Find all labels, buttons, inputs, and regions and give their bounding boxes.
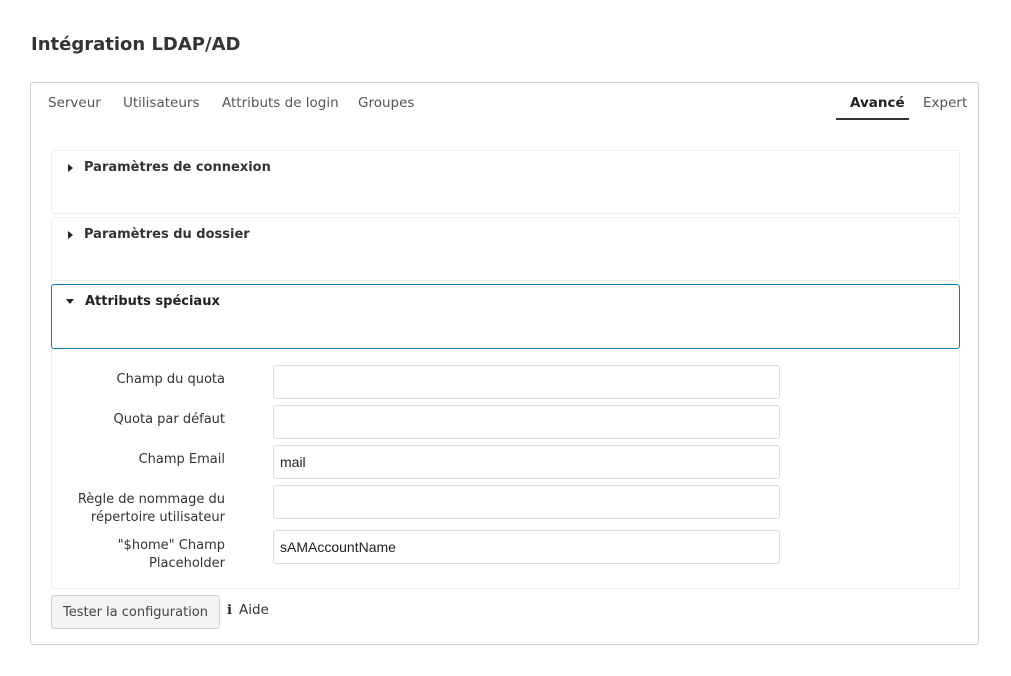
tab-advanced[interactable]: Avancé bbox=[850, 95, 905, 111]
quota-field-label: Champ du quota bbox=[116, 372, 225, 387]
help-link[interactable]: i Aide bbox=[227, 602, 269, 618]
tab-server[interactable]: Serveur bbox=[48, 95, 101, 111]
email-field-label: Champ Email bbox=[138, 452, 225, 467]
tab-expert[interactable]: Expert bbox=[923, 95, 967, 111]
section-title: Paramètres de connexion bbox=[84, 160, 271, 175]
info-icon: i bbox=[227, 602, 232, 618]
help-label: Aide bbox=[238, 602, 269, 618]
special-attributes-fields: Champ du quota Quota par défaut Champ Em… bbox=[51, 349, 960, 589]
home-placeholder-input[interactable] bbox=[273, 530, 780, 564]
home-placeholder-label: "$home" Champ Placeholder bbox=[45, 537, 225, 573]
home-folder-naming-rule-input[interactable] bbox=[273, 485, 780, 519]
email-field-input[interactable] bbox=[273, 445, 780, 479]
ldap-settings-panel: Serveur Utilisateurs Attributs de login … bbox=[30, 82, 979, 645]
tab-groups[interactable]: Groupes bbox=[358, 95, 414, 111]
default-quota-label: Quota par défaut bbox=[113, 412, 225, 427]
label-line: répertoire utilisateur bbox=[90, 510, 225, 525]
section-title: Attributs spéciaux bbox=[85, 294, 220, 309]
caret-right-icon bbox=[68, 230, 73, 239]
label-line: Règle de nommage du bbox=[77, 492, 225, 507]
section-special-attributes-toggle[interactable]: Attributs spéciaux bbox=[66, 294, 220, 309]
quota-field-input[interactable] bbox=[273, 365, 780, 399]
section-connection-settings-toggle[interactable]: Paramètres de connexion bbox=[66, 160, 271, 175]
label-line: "$home" Champ bbox=[117, 538, 225, 553]
tab-users[interactable]: Utilisateurs bbox=[123, 95, 199, 111]
active-tab-indicator bbox=[836, 118, 909, 120]
test-configuration-button[interactable]: Tester la configuration bbox=[51, 595, 220, 629]
label-line: Placeholder bbox=[149, 556, 225, 571]
caret-right-icon bbox=[68, 163, 73, 172]
caret-down-icon bbox=[66, 299, 74, 304]
tab-login-attributes[interactable]: Attributs de login bbox=[222, 95, 339, 111]
home-folder-naming-rule-label: Règle de nommage du répertoire utilisate… bbox=[45, 491, 225, 527]
page-title: Intégration LDAP/AD bbox=[31, 34, 241, 55]
section-directory-settings: Paramètres du dossier bbox=[51, 217, 960, 281]
section-title: Paramètres du dossier bbox=[84, 227, 250, 242]
section-connection-settings: Paramètres de connexion bbox=[51, 150, 960, 214]
section-directory-settings-toggle[interactable]: Paramètres du dossier bbox=[66, 227, 250, 242]
section-special-attributes: Attributs spéciaux bbox=[51, 284, 960, 349]
default-quota-input[interactable] bbox=[273, 405, 780, 439]
